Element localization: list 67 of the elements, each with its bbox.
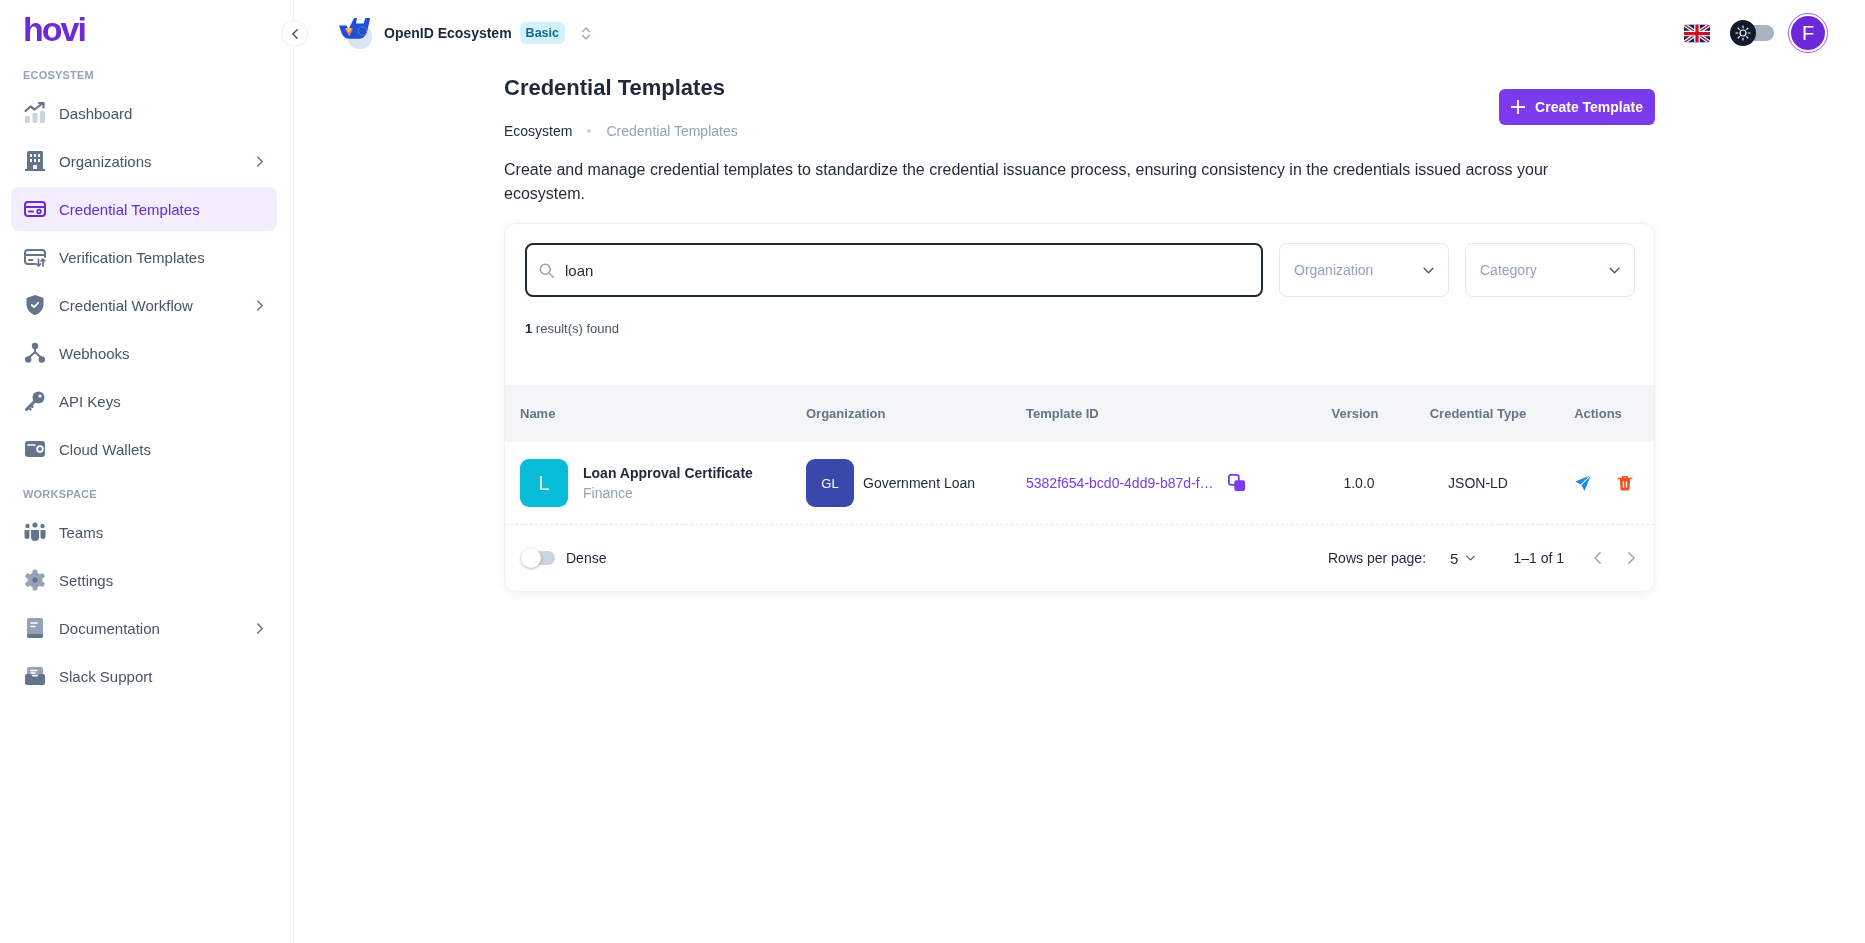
sidebar-item[interactable]: Teams: [11, 510, 277, 554]
up-down-chevron-icon[interactable]: [580, 25, 591, 41]
sun-icon: [1735, 25, 1751, 41]
sidebar-item[interactable]: Settings: [11, 558, 277, 602]
brand-logo[interactable]: hovi: [11, 15, 85, 43]
column-header: Name: [520, 406, 556, 421]
sidebar-item[interactable]: Credential Workflow: [11, 283, 277, 327]
template-id-link[interactable]: 5382f654-bcd0-4dd9-b87d-f…: [1026, 475, 1214, 491]
breadcrumb-link[interactable]: Ecosystem: [504, 120, 573, 142]
version-text: 1.0.0: [1343, 475, 1375, 491]
create-template-button[interactable]: Create Template: [1499, 89, 1655, 125]
inbox-icon: [23, 664, 47, 688]
chevron-down-icon: [1609, 266, 1620, 274]
organization-name: Government Loan: [863, 475, 976, 491]
dense-toggle[interactable]: [521, 548, 555, 568]
people-icon: [23, 520, 47, 544]
column-header: Template ID: [1026, 406, 1099, 421]
section-heading: WORKSPACE: [22, 487, 97, 502]
search-field[interactable]: loan: [525, 243, 1263, 297]
sidebar-item[interactable]: Verification Templates: [11, 235, 277, 279]
credential-category: Finance: [583, 485, 634, 501]
chevron-down-icon: [1466, 555, 1476, 561]
chevron-down-icon: [1423, 266, 1434, 274]
plus-icon: [1511, 100, 1526, 114]
column-header: Version: [1331, 406, 1379, 421]
organization-avatar: GL: [806, 459, 854, 507]
column-header: Credential Type: [1429, 406, 1527, 421]
page-description: Create and manage credential templates to standardize the credential issuance process, ensuring consistency in the credentials issued across your ecosystem.: [504, 160, 1550, 204]
rows-per-page-select[interactable]: 5: [1448, 549, 1478, 567]
copy-icon[interactable]: [1227, 474, 1246, 492]
rows-per-page-label: Rows per page:: [1328, 550, 1427, 566]
sidebar-item[interactable]: Documentation: [11, 606, 277, 650]
flag-icon[interactable]: [1684, 23, 1710, 43]
theme-toggle[interactable]: [1730, 20, 1774, 46]
chevron-right-icon: [1627, 552, 1635, 564]
credential-name: Loan Approval Certificate: [583, 465, 753, 481]
sidebar-item[interactable]: Cloud Wallets: [11, 427, 277, 471]
column-header: Actions: [1574, 406, 1622, 421]
credential-type-text: JSON-LD: [1448, 475, 1508, 491]
page-title: Credential Templates: [504, 74, 725, 102]
collapse-sidebar-button[interactable]: [281, 20, 308, 47]
sidebar-item[interactable]: Webhooks: [11, 331, 277, 375]
credential-avatar: L: [520, 459, 568, 507]
trash-icon[interactable]: [1616, 474, 1634, 492]
basket-logo-icon: [337, 16, 375, 50]
chevron-left-icon: [1593, 552, 1601, 564]
sidebar-item[interactable]: Credential Templates: [11, 187, 277, 231]
send-icon[interactable]: [1574, 474, 1592, 492]
page-range: 1–1 of 1: [1513, 550, 1564, 566]
search-icon: [539, 262, 554, 278]
sidebar-item[interactable]: Organizations: [11, 139, 277, 183]
sidebar-item[interactable]: Dashboard: [11, 91, 277, 135]
separator-dot-icon: [587, 129, 592, 133]
chart-icon: [23, 101, 47, 125]
column-header: Organization: [806, 406, 886, 421]
sidebar-item[interactable]: Slack Support: [11, 654, 277, 698]
key-icon: [23, 389, 47, 413]
building-icon: [23, 149, 47, 173]
plan-badge: Basic: [519, 22, 565, 44]
ecosystem-name[interactable]: OpenID Ecosystem: [384, 25, 512, 41]
gear-icon: [23, 568, 47, 592]
dense-label: Dense: [566, 550, 607, 566]
result-count: 1 result(s) found: [525, 320, 619, 338]
section-heading: ECOSYSTEM: [22, 68, 94, 83]
chevron-left-icon: [291, 28, 298, 39]
network-icon: [23, 341, 47, 365]
sidebar-item[interactable]: API Keys: [11, 379, 277, 423]
